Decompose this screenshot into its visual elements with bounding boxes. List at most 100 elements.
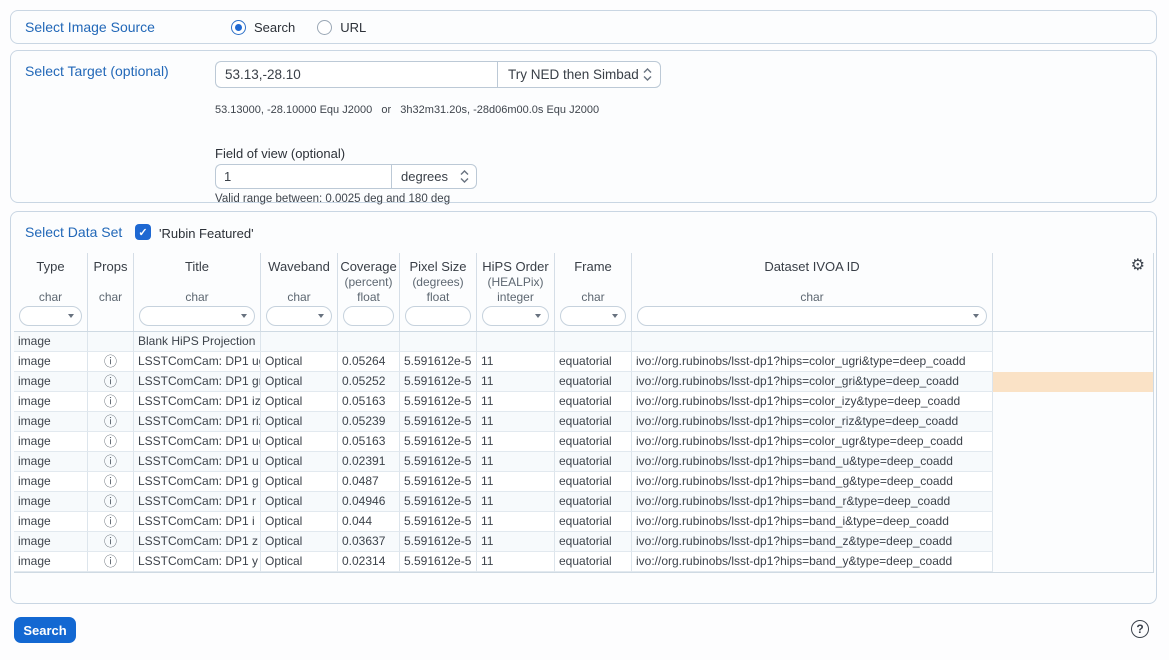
cell-waveband: Optical bbox=[261, 432, 338, 452]
filter-coverage[interactable] bbox=[343, 306, 394, 326]
column-datatype: float bbox=[400, 290, 476, 304]
info-icon[interactable]: ⓘ bbox=[104, 514, 117, 529]
search-radio[interactable] bbox=[231, 20, 246, 35]
cell-title: LSSTComCam: DP1 riz bbox=[134, 412, 261, 432]
filter-frame[interactable] bbox=[560, 306, 626, 326]
row-filler bbox=[993, 412, 1153, 432]
table-row[interactable]: imageBlank HiPS Projection bbox=[14, 332, 1153, 352]
search-button[interactable]: Search bbox=[14, 617, 76, 643]
cell-pixel-size: 5.591612e-5 bbox=[400, 532, 477, 552]
table-row[interactable]: imageⓘLSSTComCam: DP1 ugriOptical0.05264… bbox=[14, 352, 1153, 372]
filter-waveband[interactable] bbox=[266, 306, 332, 326]
info-icon[interactable]: ⓘ bbox=[104, 414, 117, 429]
rubin-featured-checkbox[interactable]: ✓ bbox=[135, 224, 151, 240]
cell-hips-order: 11 bbox=[477, 492, 555, 512]
info-icon[interactable]: ⓘ bbox=[104, 374, 117, 389]
cell-props: ⓘ bbox=[88, 552, 134, 572]
rubin-featured-label[interactable]: 'Rubin Featured' bbox=[159, 226, 254, 241]
cell-frame: equatorial bbox=[555, 472, 632, 492]
info-icon[interactable]: ⓘ bbox=[104, 454, 117, 469]
image-source-radio-group: Search URL bbox=[231, 11, 380, 43]
info-icon[interactable]: ⓘ bbox=[104, 354, 117, 369]
table-row[interactable]: imageⓘLSSTComCam: DP1 uOptical0.023915.5… bbox=[14, 452, 1153, 472]
cell-type: image bbox=[14, 432, 88, 452]
cell-frame: equatorial bbox=[555, 412, 632, 432]
column-datatype: float bbox=[338, 290, 399, 304]
cell-hips-order: 11 bbox=[477, 412, 555, 432]
info-icon[interactable]: ⓘ bbox=[104, 534, 117, 549]
table-row[interactable]: imageⓘLSSTComCam: DP1 izyOptical0.051635… bbox=[14, 392, 1153, 412]
resolver-select-value: Try NED then Simbad bbox=[508, 67, 639, 82]
url-radio[interactable] bbox=[317, 20, 332, 35]
cell-coverage bbox=[338, 332, 400, 352]
table-row[interactable]: imageⓘLSSTComCam: DP1 iOptical0.0445.591… bbox=[14, 512, 1153, 532]
cell-dataset-ivoa-id: ivo://org.rubinobs/lsst-dp1?hips=band_g&… bbox=[632, 472, 993, 492]
cell-title: LSSTComCam: DP1 gri bbox=[134, 372, 261, 392]
url-radio-label[interactable]: URL bbox=[340, 20, 366, 35]
column-header-props[interactable]: Propschar bbox=[88, 253, 134, 331]
target-input[interactable]: 53.13,-28.10 bbox=[215, 61, 497, 88]
row-filler bbox=[993, 532, 1153, 552]
column-header-dataset-ivoa-id[interactable]: Dataset IVOA IDchar bbox=[632, 253, 993, 331]
filter-hips-order[interactable] bbox=[482, 306, 549, 326]
table-row[interactable]: imageⓘLSSTComCam: DP1 gOptical0.04875.59… bbox=[14, 472, 1153, 492]
column-header-type[interactable]: Typechar bbox=[14, 253, 88, 331]
cell-dataset-ivoa-id: ivo://org.rubinobs/lsst-dp1?hips=color_g… bbox=[632, 372, 993, 392]
column-header-coverage[interactable]: Coverage(percent)float bbox=[338, 253, 400, 331]
cell-coverage: 0.0487 bbox=[338, 472, 400, 492]
cell-waveband: Optical bbox=[261, 392, 338, 412]
table-row[interactable]: imageⓘLSSTComCam: DP1 griOptical0.052525… bbox=[14, 372, 1153, 392]
cell-title: LSSTComCam: DP1 u bbox=[134, 452, 261, 472]
cell-frame: equatorial bbox=[555, 392, 632, 412]
cell-frame: equatorial bbox=[555, 432, 632, 452]
filter-pixel-size[interactable] bbox=[405, 306, 471, 326]
cell-pixel-size: 5.591612e-5 bbox=[400, 552, 477, 572]
cell-dataset-ivoa-id: ivo://org.rubinobs/lsst-dp1?hips=band_y&… bbox=[632, 552, 993, 572]
table-row[interactable]: imageⓘLSSTComCam: DP1 rOptical0.049465.5… bbox=[14, 492, 1153, 512]
cell-title: LSSTComCam: DP1 i bbox=[134, 512, 261, 532]
column-header-pixel-size[interactable]: Pixel Size(degrees)float bbox=[400, 253, 477, 331]
table-header: TypecharPropscharTitlecharWavebandcharCo… bbox=[14, 253, 1153, 332]
table-row[interactable]: imageⓘLSSTComCam: DP1 yOptical0.023145.5… bbox=[14, 552, 1153, 572]
fov-input[interactable]: 1 bbox=[215, 164, 391, 189]
column-datatype: char bbox=[88, 290, 133, 304]
settings-gear-icon[interactable]: ⚙ bbox=[1131, 257, 1145, 275]
cell-title: LSSTComCam: DP1 ugri bbox=[134, 352, 261, 372]
info-icon[interactable]: ⓘ bbox=[104, 434, 117, 449]
info-icon[interactable]: ⓘ bbox=[104, 394, 117, 409]
cell-pixel-size: 5.591612e-5 bbox=[400, 432, 477, 452]
cell-title: LSSTComCam: DP1 z bbox=[134, 532, 261, 552]
cell-hips-order bbox=[477, 332, 555, 352]
column-title: Type bbox=[14, 259, 87, 274]
cell-waveband: Optical bbox=[261, 492, 338, 512]
table-row[interactable]: imageⓘLSSTComCam: DP1 zOptical0.036375.5… bbox=[14, 532, 1153, 552]
cell-waveband: Optical bbox=[261, 452, 338, 472]
cell-pixel-size: 5.591612e-5 bbox=[400, 452, 477, 472]
column-header-title[interactable]: Titlechar bbox=[134, 253, 261, 331]
filter-type[interactable] bbox=[19, 306, 82, 326]
fov-unit-select[interactable]: degrees bbox=[391, 164, 477, 189]
table-row[interactable]: imageⓘLSSTComCam: DP1 ugrOptical0.051635… bbox=[14, 432, 1153, 452]
dataset-panel: Select Data Set ✓ 'Rubin Featured' Typec… bbox=[10, 211, 1157, 604]
filter-title[interactable] bbox=[139, 306, 255, 326]
search-radio-label[interactable]: Search bbox=[254, 20, 295, 35]
help-icon[interactable]: ? bbox=[1131, 620, 1149, 638]
cell-props: ⓘ bbox=[88, 412, 134, 432]
column-title: Waveband bbox=[261, 259, 337, 274]
column-datatype: char bbox=[261, 290, 337, 304]
cell-title: LSSTComCam: DP1 g bbox=[134, 472, 261, 492]
table-row[interactable]: imageⓘLSSTComCam: DP1 rizOptical0.052395… bbox=[14, 412, 1153, 432]
resolved-coordinates: 53.13000, -28.10000 Equ J2000 or 3h32m31… bbox=[215, 104, 599, 116]
info-icon[interactable]: ⓘ bbox=[104, 474, 117, 489]
row-filler bbox=[993, 492, 1153, 512]
cell-hips-order: 11 bbox=[477, 432, 555, 452]
resolver-select[interactable]: Try NED then Simbad bbox=[497, 61, 661, 88]
fov-valid-range-hint: Valid range between: 0.0025 deg and 180 … bbox=[215, 193, 450, 205]
filter-dataset-ivoa-id[interactable] bbox=[637, 306, 987, 326]
column-header-waveband[interactable]: Waveband char bbox=[261, 253, 338, 331]
info-icon[interactable]: ⓘ bbox=[104, 554, 117, 569]
info-icon[interactable]: ⓘ bbox=[104, 494, 117, 509]
dataset-label: Select Data Set bbox=[25, 224, 122, 240]
column-header-frame[interactable]: Framechar bbox=[555, 253, 632, 331]
column-header-hips-order[interactable]: HiPS Order(HEALPix)integer bbox=[477, 253, 555, 331]
